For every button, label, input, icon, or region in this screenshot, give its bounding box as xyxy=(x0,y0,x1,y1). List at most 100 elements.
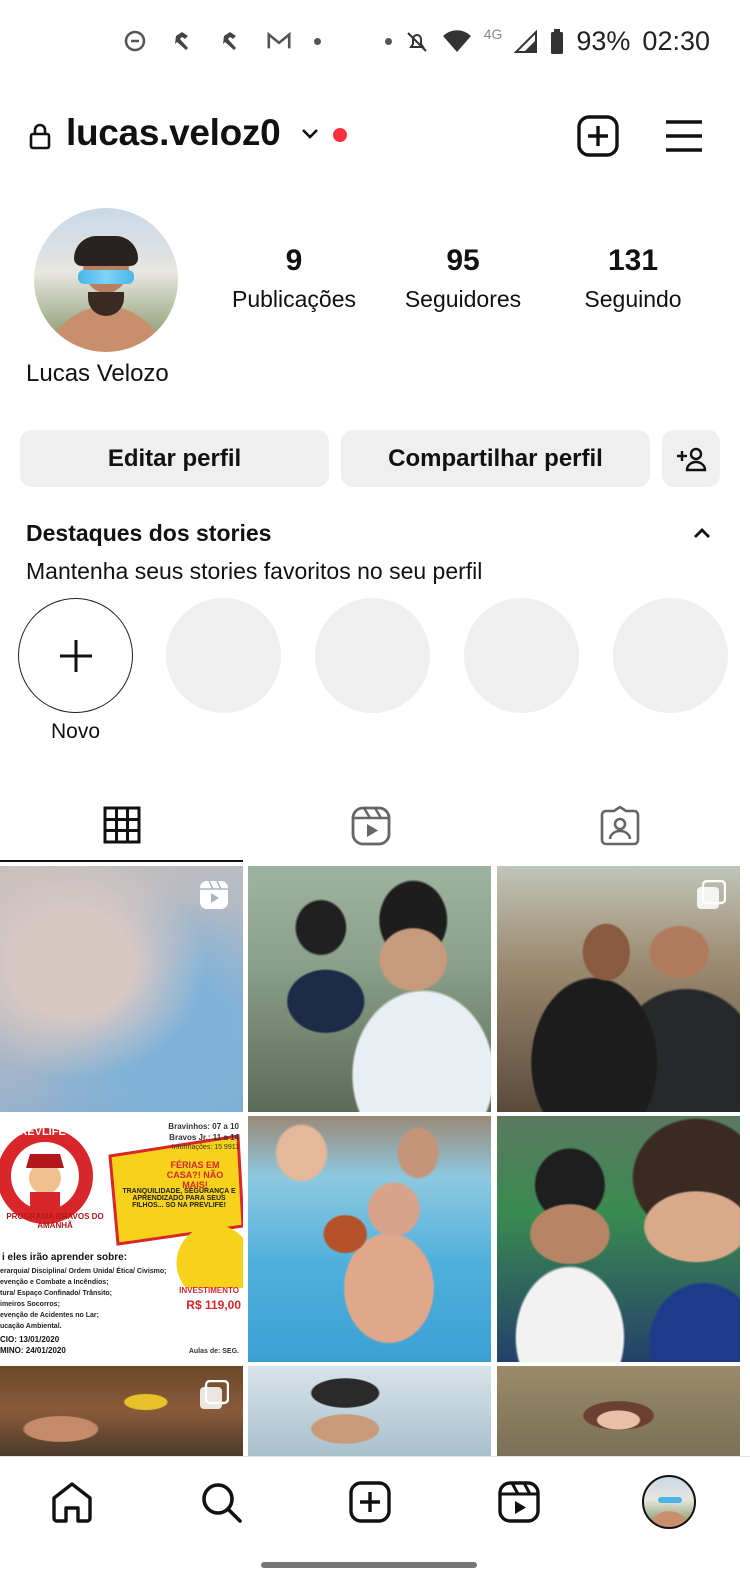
share-profile-button[interactable]: Compartilhar perfil xyxy=(341,430,650,487)
nav-profile-avatar[interactable] xyxy=(642,1475,696,1529)
post-thumbnail[interactable] xyxy=(0,1366,243,1456)
avatar-beard xyxy=(88,292,124,316)
chevron-up-icon[interactable] xyxy=(692,526,712,540)
system-status: 4G 93% 02:30 xyxy=(384,25,710,57)
grid-icon xyxy=(103,806,140,844)
post-thumbnail[interactable] xyxy=(248,1366,491,1456)
flyer-learn-item: imeiros Socorros; xyxy=(0,1301,60,1308)
flyer-tagline: TRANQUILIDADE, SEGURANÇA E APRENDIZADO P… xyxy=(122,1188,236,1209)
highlight-placeholder xyxy=(613,598,728,713)
flyer-start-date: CIO: 13/01/2020 xyxy=(0,1335,60,1344)
flyer-learn-item: ucação Ambiental. xyxy=(0,1323,62,1330)
notification-icons xyxy=(122,28,321,54)
bottom-navigation xyxy=(0,1456,750,1546)
add-person-icon xyxy=(677,447,707,471)
gesture-home-bar[interactable] xyxy=(261,1562,477,1568)
nav-create[interactable] xyxy=(345,1477,395,1527)
post-thumbnail[interactable] xyxy=(248,866,491,1112)
flyer-price: R$ 119,00 xyxy=(186,1298,241,1312)
avatar-glasses xyxy=(78,270,134,284)
nav-home[interactable] xyxy=(47,1477,97,1527)
notification-dot xyxy=(333,128,347,142)
highlight-placeholder xyxy=(166,598,281,713)
dot-icon xyxy=(384,38,392,45)
nav-reels[interactable] xyxy=(494,1477,544,1527)
highlight-placeholder xyxy=(464,598,579,713)
clock: 02:30 xyxy=(642,26,710,56)
stat-label: Seguidores xyxy=(404,286,522,312)
lock-icon xyxy=(29,123,51,150)
search-icon xyxy=(202,1483,242,1523)
stat-value: 95 xyxy=(446,244,480,277)
stat-value: 131 xyxy=(607,244,659,277)
profile-full-name: Lucas Velozo xyxy=(26,360,169,387)
flyer-brand: PREVLIFE xyxy=(12,1126,66,1138)
tagged-person-icon xyxy=(600,806,639,846)
create-post-button[interactable] xyxy=(576,114,620,158)
battery-icon xyxy=(551,28,564,54)
reel-badge-icon xyxy=(200,880,228,909)
flyer-classes: Aulas de: SEG. xyxy=(188,1348,239,1355)
chevron-down-icon[interactable] xyxy=(300,126,320,142)
new-highlight-label: Novo xyxy=(50,720,101,743)
reels-icon xyxy=(351,806,390,846)
flyer-info: Informações: 15 9911 xyxy=(171,1144,239,1151)
flyer-schedule-2: Bravos Jr.: 11 a 14 xyxy=(169,1133,239,1142)
account-username[interactable]: lucas.veloz0 xyxy=(66,112,281,154)
tab-tagged[interactable] xyxy=(498,790,741,862)
post-thumbnail[interactable] xyxy=(497,866,740,1112)
flyer-price-label: INVESTIMENTO xyxy=(179,1286,239,1295)
stat-posts[interactable]: 9 Publicações xyxy=(209,244,379,313)
profile-tabs xyxy=(0,790,750,862)
tab-reels[interactable] xyxy=(249,790,492,862)
wifi-icon xyxy=(442,29,471,52)
flyer-program: PROGRAMA BRAVOS DO AMANHÃ xyxy=(6,1212,104,1230)
battery-percent: 93% xyxy=(576,26,631,56)
carousel-badge-icon xyxy=(200,1380,229,1409)
carousel-badge-icon xyxy=(697,880,726,909)
gmail-m-icon xyxy=(266,28,292,54)
stat-value: 9 xyxy=(285,244,303,277)
reels-icon xyxy=(498,1481,540,1523)
profile-header: lucas.veloz0 xyxy=(0,100,750,170)
post-thumbnail[interactable] xyxy=(497,1366,740,1456)
stat-label: Publicações xyxy=(231,286,357,312)
new-highlight-button[interactable] xyxy=(18,598,133,713)
hammer-icon xyxy=(170,28,196,54)
stat-label: Seguindo xyxy=(584,286,682,312)
avatar-hair xyxy=(74,236,138,266)
flyer-learn-item: evenção de Acidentes no Lar; xyxy=(0,1312,99,1319)
hammer-icon xyxy=(218,28,244,54)
plus-square-icon xyxy=(577,115,619,157)
stat-followers[interactable]: 95 Seguidores xyxy=(378,244,548,313)
nav-search[interactable] xyxy=(196,1477,246,1527)
tab-posts-grid[interactable] xyxy=(0,790,243,862)
flyer-learn-title: i eles irão aprender sobre: xyxy=(2,1252,128,1263)
post-thumbnail[interactable] xyxy=(248,1116,491,1362)
create-icon xyxy=(349,1481,391,1523)
highlights-title: Destaques dos stories xyxy=(26,520,272,546)
flyer-learn-item: evenção e Combate a Incêndios; xyxy=(0,1279,109,1286)
profile-avatar[interactable] xyxy=(34,208,178,352)
mute-bell-icon xyxy=(406,31,427,52)
flyer-end-date: MINO: 24/01/2020 xyxy=(0,1346,66,1355)
discover-people-button[interactable] xyxy=(662,430,720,487)
status-bar: 4G 93% 02:30 xyxy=(0,0,750,84)
flyer-headline: FÉRIAS EM CASA?! NÃO MAIS! xyxy=(166,1160,224,1190)
flyer-learn-item: erarquia/ Disciplina/ Ordem Unida/ Ética… xyxy=(0,1268,167,1275)
flyer-schedule-1: Bravinhos: 07 a 10 xyxy=(168,1122,239,1131)
highlights-subtitle: Mantenha seus stories favoritos no seu p… xyxy=(26,558,483,584)
post-thumbnail-flyer[interactable]: PREVLIFE PROGRAMA BRAVOS DO AMANHÃ Bravi… xyxy=(0,1116,243,1362)
dot-icon xyxy=(314,37,321,45)
stat-following[interactable]: 131 Seguindo xyxy=(548,244,718,313)
network-type: 4G xyxy=(483,25,503,42)
edit-profile-button[interactable]: Editar perfil xyxy=(20,430,329,487)
flyer-learn-item: tura/ Espaço Confinado/ Trânsito; xyxy=(0,1290,113,1297)
plus-icon xyxy=(59,639,92,672)
home-icon xyxy=(52,1482,92,1523)
highlight-placeholder xyxy=(315,598,430,713)
post-thumbnail[interactable] xyxy=(497,1116,740,1362)
menu-button[interactable] xyxy=(662,114,706,158)
hamburger-menu-icon xyxy=(666,120,702,152)
post-thumbnail[interactable] xyxy=(0,866,243,1112)
